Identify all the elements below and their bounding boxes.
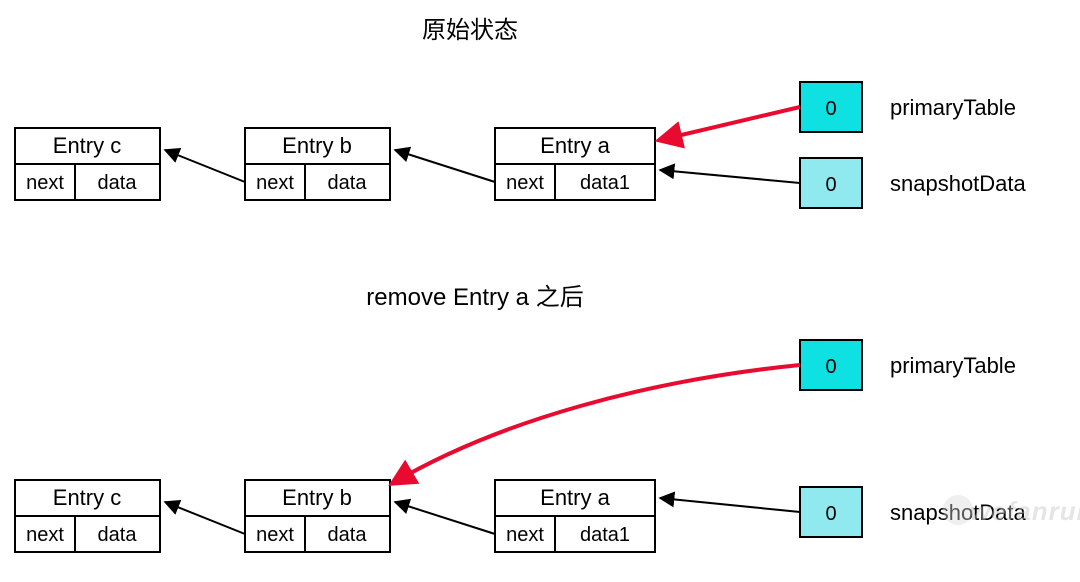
- arrow-a-next-to-b-bottom: [395, 502, 495, 534]
- diagram-canvas: 原始状态 0 primaryTable 0 snapshotData Entry…: [0, 0, 1080, 582]
- entry-c-data: data: [98, 172, 138, 194]
- entry-a-title-b: Entry a: [540, 485, 610, 510]
- entry-b-data-b: data: [328, 524, 368, 546]
- snapshot-label-top: snapshotData: [890, 171, 1027, 196]
- entry-b-title: Entry b: [282, 133, 352, 158]
- entry-a-next-b: next: [506, 524, 544, 546]
- heading-original: 原始状态: [422, 17, 518, 44]
- svg-text:wefanrui: wefanrui: [970, 496, 1080, 526]
- watermark: wefanrui: [943, 495, 1080, 526]
- entry-b-bottom: Entry b next data: [245, 480, 390, 552]
- entry-b-next: next: [256, 172, 294, 194]
- arrow-snapshot-to-a-b: [660, 498, 800, 512]
- entry-b-next-b: next: [256, 524, 294, 546]
- primary-slot-top: 0: [800, 82, 862, 132]
- primary-label-top: primaryTable: [890, 95, 1016, 120]
- entry-a-next: next: [506, 172, 544, 194]
- primary-label-bottom: primaryTable: [890, 353, 1016, 378]
- arrow-b-next-to-c-bottom: [165, 502, 245, 534]
- entry-a-data-b: data1: [580, 524, 630, 546]
- entry-c-title-b: Entry c: [53, 485, 121, 510]
- arrow-snapshot-to-a: [660, 170, 800, 183]
- entry-b-data: data: [328, 172, 368, 194]
- entry-c-next-b: next: [26, 524, 64, 546]
- arrow-b-next-to-c: [165, 150, 245, 182]
- entry-a-data: data1: [580, 172, 630, 194]
- entry-c-top: Entry c next data: [15, 128, 160, 200]
- heading-after-remove: remove Entry a 之后: [366, 284, 583, 311]
- arrow-primary-to-a: [660, 107, 800, 140]
- snapshot-slot-bottom: 0: [800, 487, 862, 537]
- primary-slot-bottom: 0: [800, 340, 862, 390]
- primary-slot-value-b: 0: [825, 356, 836, 378]
- entry-a-title: Entry a: [540, 133, 610, 158]
- snapshot-slot-top: 0: [800, 158, 862, 208]
- snapshot-slot-value-b: 0: [825, 503, 836, 525]
- entry-c-data-b: data: [98, 524, 138, 546]
- entry-c-title: Entry c: [53, 133, 121, 158]
- entry-b-top: Entry b next data: [245, 128, 390, 200]
- entry-a-bottom: Entry a next data1: [495, 480, 655, 552]
- arrow-a-next-to-b: [395, 150, 495, 182]
- entry-a-top: Entry a next data1: [495, 128, 655, 200]
- entry-b-title-b: Entry b: [282, 485, 352, 510]
- entry-c-bottom: Entry c next data: [15, 480, 160, 552]
- arrow-primary-to-b: [393, 365, 800, 483]
- entry-c-next: next: [26, 172, 64, 194]
- snapshot-slot-value: 0: [825, 174, 836, 196]
- primary-slot-value: 0: [825, 98, 836, 120]
